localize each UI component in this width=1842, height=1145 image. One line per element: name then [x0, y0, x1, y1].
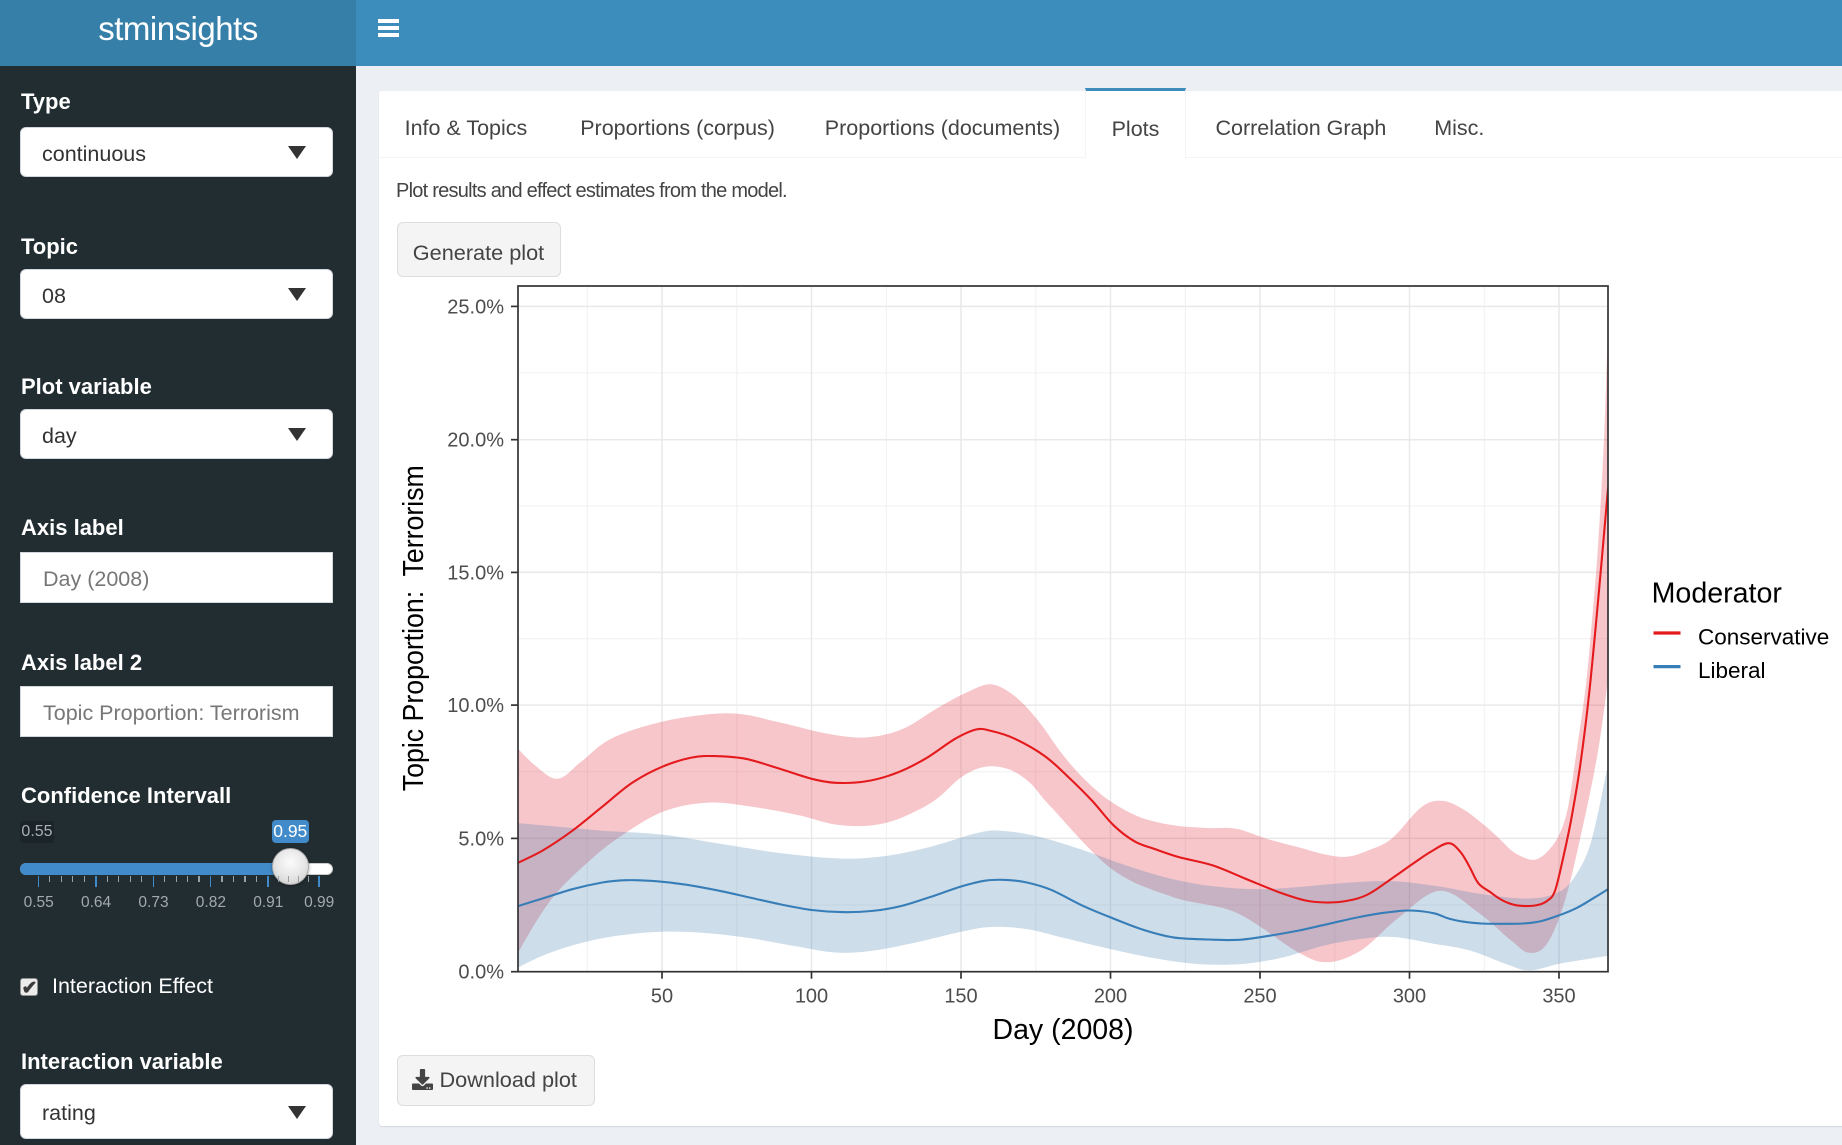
svg-text:Conservative: Conservative: [1698, 625, 1829, 650]
svg-text:250: 250: [1243, 986, 1276, 1008]
svg-text:100: 100: [795, 986, 828, 1008]
svg-text:0.0%: 0.0%: [458, 962, 504, 984]
svg-text:10.0%: 10.0%: [447, 695, 504, 717]
svg-text:Day (2008): Day (2008): [993, 1014, 1134, 1046]
svg-text:5.0%: 5.0%: [458, 828, 504, 850]
svg-text:200: 200: [1094, 986, 1127, 1008]
svg-text:350: 350: [1542, 986, 1575, 1008]
svg-text:25.0%: 25.0%: [447, 296, 504, 318]
svg-text:15.0%: 15.0%: [447, 562, 504, 584]
svg-text:300: 300: [1393, 986, 1426, 1008]
svg-text:Liberal: Liberal: [1698, 658, 1766, 683]
svg-text:20.0%: 20.0%: [447, 430, 504, 452]
svg-text:50: 50: [651, 986, 673, 1008]
svg-text:Moderator: Moderator: [1652, 577, 1783, 609]
svg-text:150: 150: [944, 986, 977, 1008]
svg-text:Topic Proportion: Terrorism: Topic Proportion: Terrorism: [398, 465, 430, 791]
